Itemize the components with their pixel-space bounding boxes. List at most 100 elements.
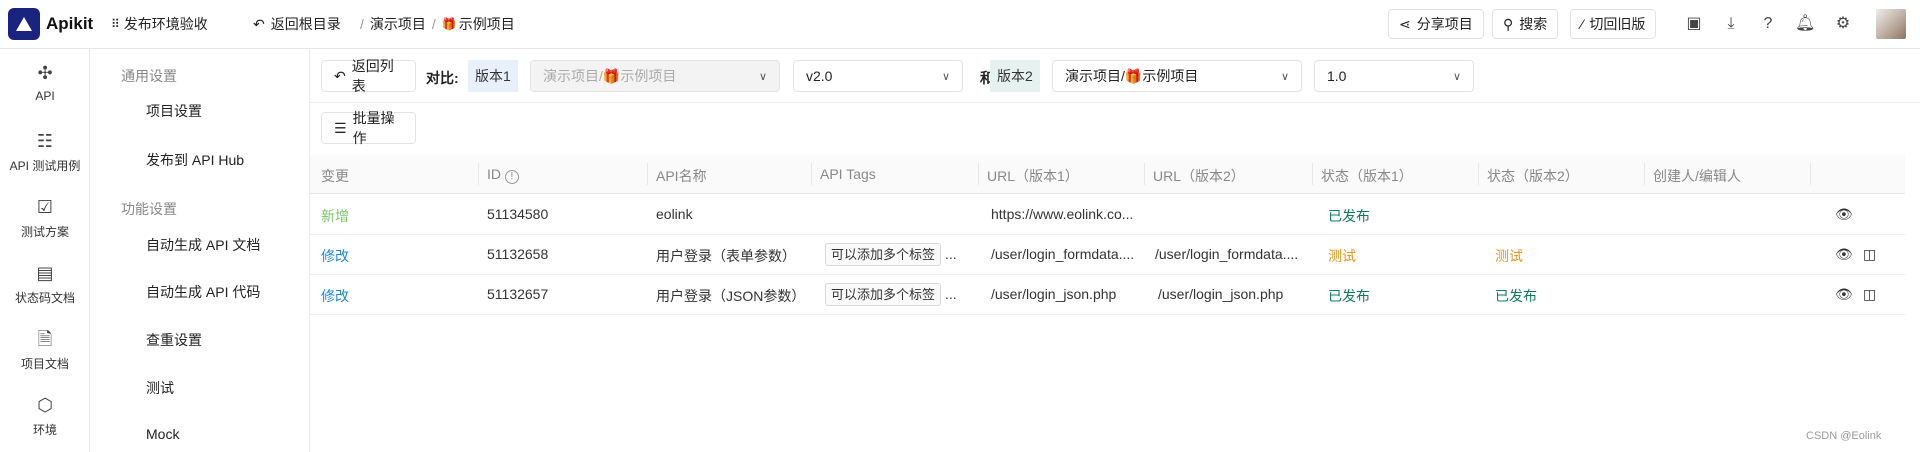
api-name: 用户登录（表单参数） [656, 248, 796, 264]
table-header: 变更 ID ! API名称 API Tags URL（版本1） URL（版本2）… [310, 155, 1905, 194]
test-plan-icon: ☑ [36, 197, 54, 217]
eye-icon[interactable]: 👁︎ [1835, 286, 1853, 303]
menu-mock[interactable]: Mock [146, 426, 179, 442]
chevron-down-icon: ∨ [941, 70, 950, 83]
back-list-button[interactable]: ↶ 返回列表 [321, 58, 416, 94]
compare-label: 对比: [426, 70, 459, 86]
change-type: 新增 [321, 208, 349, 224]
breadcrumb: / 演示项目 / 🎁 示例项目 [360, 14, 515, 34]
version1-tag: 版本1 [468, 60, 518, 92]
test-case-icon: ☷ [36, 131, 54, 151]
brand-name: Apikit [46, 14, 94, 33]
menu-dedup[interactable]: 查重设置 [146, 330, 202, 350]
download-icon[interactable]: ⤓ [1721, 14, 1741, 34]
gift-icon: 🎁 [441, 17, 457, 31]
more-tags[interactable]: ... [945, 246, 957, 262]
icon-sidebar: ✣ API ☷ API 测试用例 ☑ 测试方案 ▤ 状态码文档 🗎 项目文档 ⬡ 环境 [0, 49, 90, 452]
status-v1: 已发布 [1328, 288, 1370, 304]
chevron-down-icon: ∨ [1280, 70, 1289, 83]
api-id: 51132657 [487, 286, 549, 302]
menu-test[interactable]: 测试 [146, 378, 174, 398]
version2-project-select[interactable]: 演示项目/🎁示例项目 ∨ [1052, 60, 1302, 92]
help-icon[interactable]: ? [1758, 14, 1778, 34]
eye-icon[interactable]: 👁︎ [1835, 246, 1853, 263]
sidebar-item-test-cases[interactable]: ☷ API 测试用例 [0, 131, 90, 174]
change-type: 修改 [321, 288, 349, 304]
api-id: 51132658 [487, 246, 549, 262]
undo-icon: ↶ [253, 15, 265, 32]
sidebar-item-api[interactable]: ✣ API [0, 63, 90, 103]
chevron-down-icon: ∨ [1452, 70, 1461, 83]
avatar[interactable] [1876, 9, 1906, 39]
share-project-button[interactable]: ⋖ 分享项目 [1388, 9, 1484, 39]
col-status-v1: 状态（版本1） [1321, 168, 1413, 184]
sidebar-item-status-codes[interactable]: ▤ 状态码文档 [0, 263, 90, 306]
group-features: 功能设置 [121, 201, 177, 217]
table-row[interactable]: 修改 51132657 用户登录（JSON参数） 可以添加多个标签 ... /u… [310, 275, 1905, 315]
batch-operation-button[interactable]: ☰ 批量操作 [321, 110, 416, 146]
url-v1: /user/login_json.php [991, 286, 1117, 302]
search-button[interactable]: ⚲ 搜索 [1492, 9, 1559, 39]
grid-icon: ⠿ [111, 17, 120, 31]
info-icon[interactable]: ! [504, 170, 519, 184]
col-api-name: API名称 [656, 168, 707, 184]
settings-menu: 通用设置 项目设置 发布到 API Hub 功能设置 自动生成 API 文档 自… [90, 49, 310, 452]
api-tag: 可以添加多个标签 [825, 243, 942, 266]
url-v1: https://www.eolink.co... [991, 206, 1134, 222]
group-general: 通用设置 [121, 68, 177, 84]
breadcrumb-project-group[interactable]: 演示项目 [370, 14, 426, 34]
col-api-tags: API Tags [820, 166, 876, 182]
compare-icon[interactable]: ◫ [1863, 286, 1876, 303]
bell-icon[interactable]: 🔔︎ [1795, 14, 1815, 34]
divider [310, 102, 1920, 103]
menu-project-settings[interactable]: 项目设置 [146, 101, 202, 121]
status-v2: 已发布 [1495, 288, 1537, 304]
apikit-logo[interactable] [8, 8, 40, 40]
status-code-icon: ▤ [36, 263, 54, 283]
url-v2: /user/login_formdata.... [1155, 246, 1299, 262]
version2-version-select[interactable]: 1.0 ∨ [1314, 60, 1474, 92]
status-v1: 已发布 [1328, 208, 1370, 224]
compare-panel: ↶ 返回列表 对比: 版本1 演示项目/🎁示例项目 ∨ v2.0 ∨ 和 版本2 演示… [310, 49, 1920, 452]
version1-project-select: 演示项目/🎁示例项目 ∨ [530, 60, 780, 92]
url-v2: /user/login_json.php [1158, 286, 1284, 302]
back-root-link[interactable]: ↶ 返回根目录 [253, 14, 341, 34]
api-name: 用户登录（JSON参数） [656, 288, 806, 304]
sidebar-item-test-plan[interactable]: ☑ 测试方案 [0, 197, 90, 240]
sidebar-item-project-docs[interactable]: 🗎 项目文档 [0, 329, 90, 372]
status-v2: 测试 [1495, 248, 1523, 264]
watermark: CSDN @Eolink [1806, 430, 1882, 442]
col-status-v2: 状态（版本2） [1487, 168, 1579, 184]
eye-icon[interactable]: 👁︎ [1835, 206, 1853, 223]
menu-publish-api-hub[interactable]: 发布到 API Hub [146, 150, 244, 170]
more-tags[interactable]: ... [945, 286, 957, 302]
col-change: 变更 [321, 168, 349, 184]
switch-old-version-button[interactable]: ⁄ 切回旧版 [1570, 9, 1657, 39]
top-bar: Apikit ⠿ 发布环境验收 ↶ 返回根目录 / 演示项目 / 🎁 示例项目 ⋖ 分享项目 … [0, 0, 1920, 49]
search-icon: ⚲ [1503, 15, 1514, 32]
env-icon: ⬡ [37, 395, 53, 415]
breadcrumb-project[interactable]: 示例项目 [459, 14, 515, 34]
share-icon: ⋖ [1399, 15, 1411, 32]
workspace-switcher[interactable]: ⠿ 发布环境验收 [111, 14, 208, 34]
col-creator-editor: 创建人/编辑人 [1653, 168, 1741, 184]
sidebar-item-environment[interactable]: ⬡ 环境 [0, 395, 90, 438]
undo-icon: ↶ [334, 67, 346, 84]
col-url-v2: URL（版本2） [1153, 168, 1245, 184]
menu-auto-doc[interactable]: 自动生成 API 文档 [146, 235, 260, 255]
menu-auto-code[interactable]: 自动生成 API 代码 [146, 282, 260, 302]
version2-tag: 版本2 [990, 60, 1040, 92]
status-v1: 测试 [1328, 248, 1356, 264]
version1-version-select[interactable]: v2.0 ∨ [793, 60, 963, 92]
table-row[interactable]: 修改 51132658 用户登录（表单参数） 可以添加多个标签 ... /use… [310, 235, 1905, 275]
api-name: eolink [656, 206, 693, 222]
col-url-v1: URL（版本1） [987, 168, 1079, 184]
table-row[interactable]: 新增 51134580 eolink https://www.eolink.co… [310, 195, 1905, 235]
gear-icon[interactable]: ⚙ [1833, 14, 1853, 34]
calendar-icon[interactable]: ▣ [1684, 14, 1704, 34]
compare-icon[interactable]: ◫ [1863, 246, 1876, 263]
col-id: ID ! [487, 166, 519, 184]
api-icon: ✣ [37, 63, 53, 83]
list-icon: ☰ [334, 119, 347, 136]
api-tag: 可以添加多个标签 [825, 283, 942, 306]
